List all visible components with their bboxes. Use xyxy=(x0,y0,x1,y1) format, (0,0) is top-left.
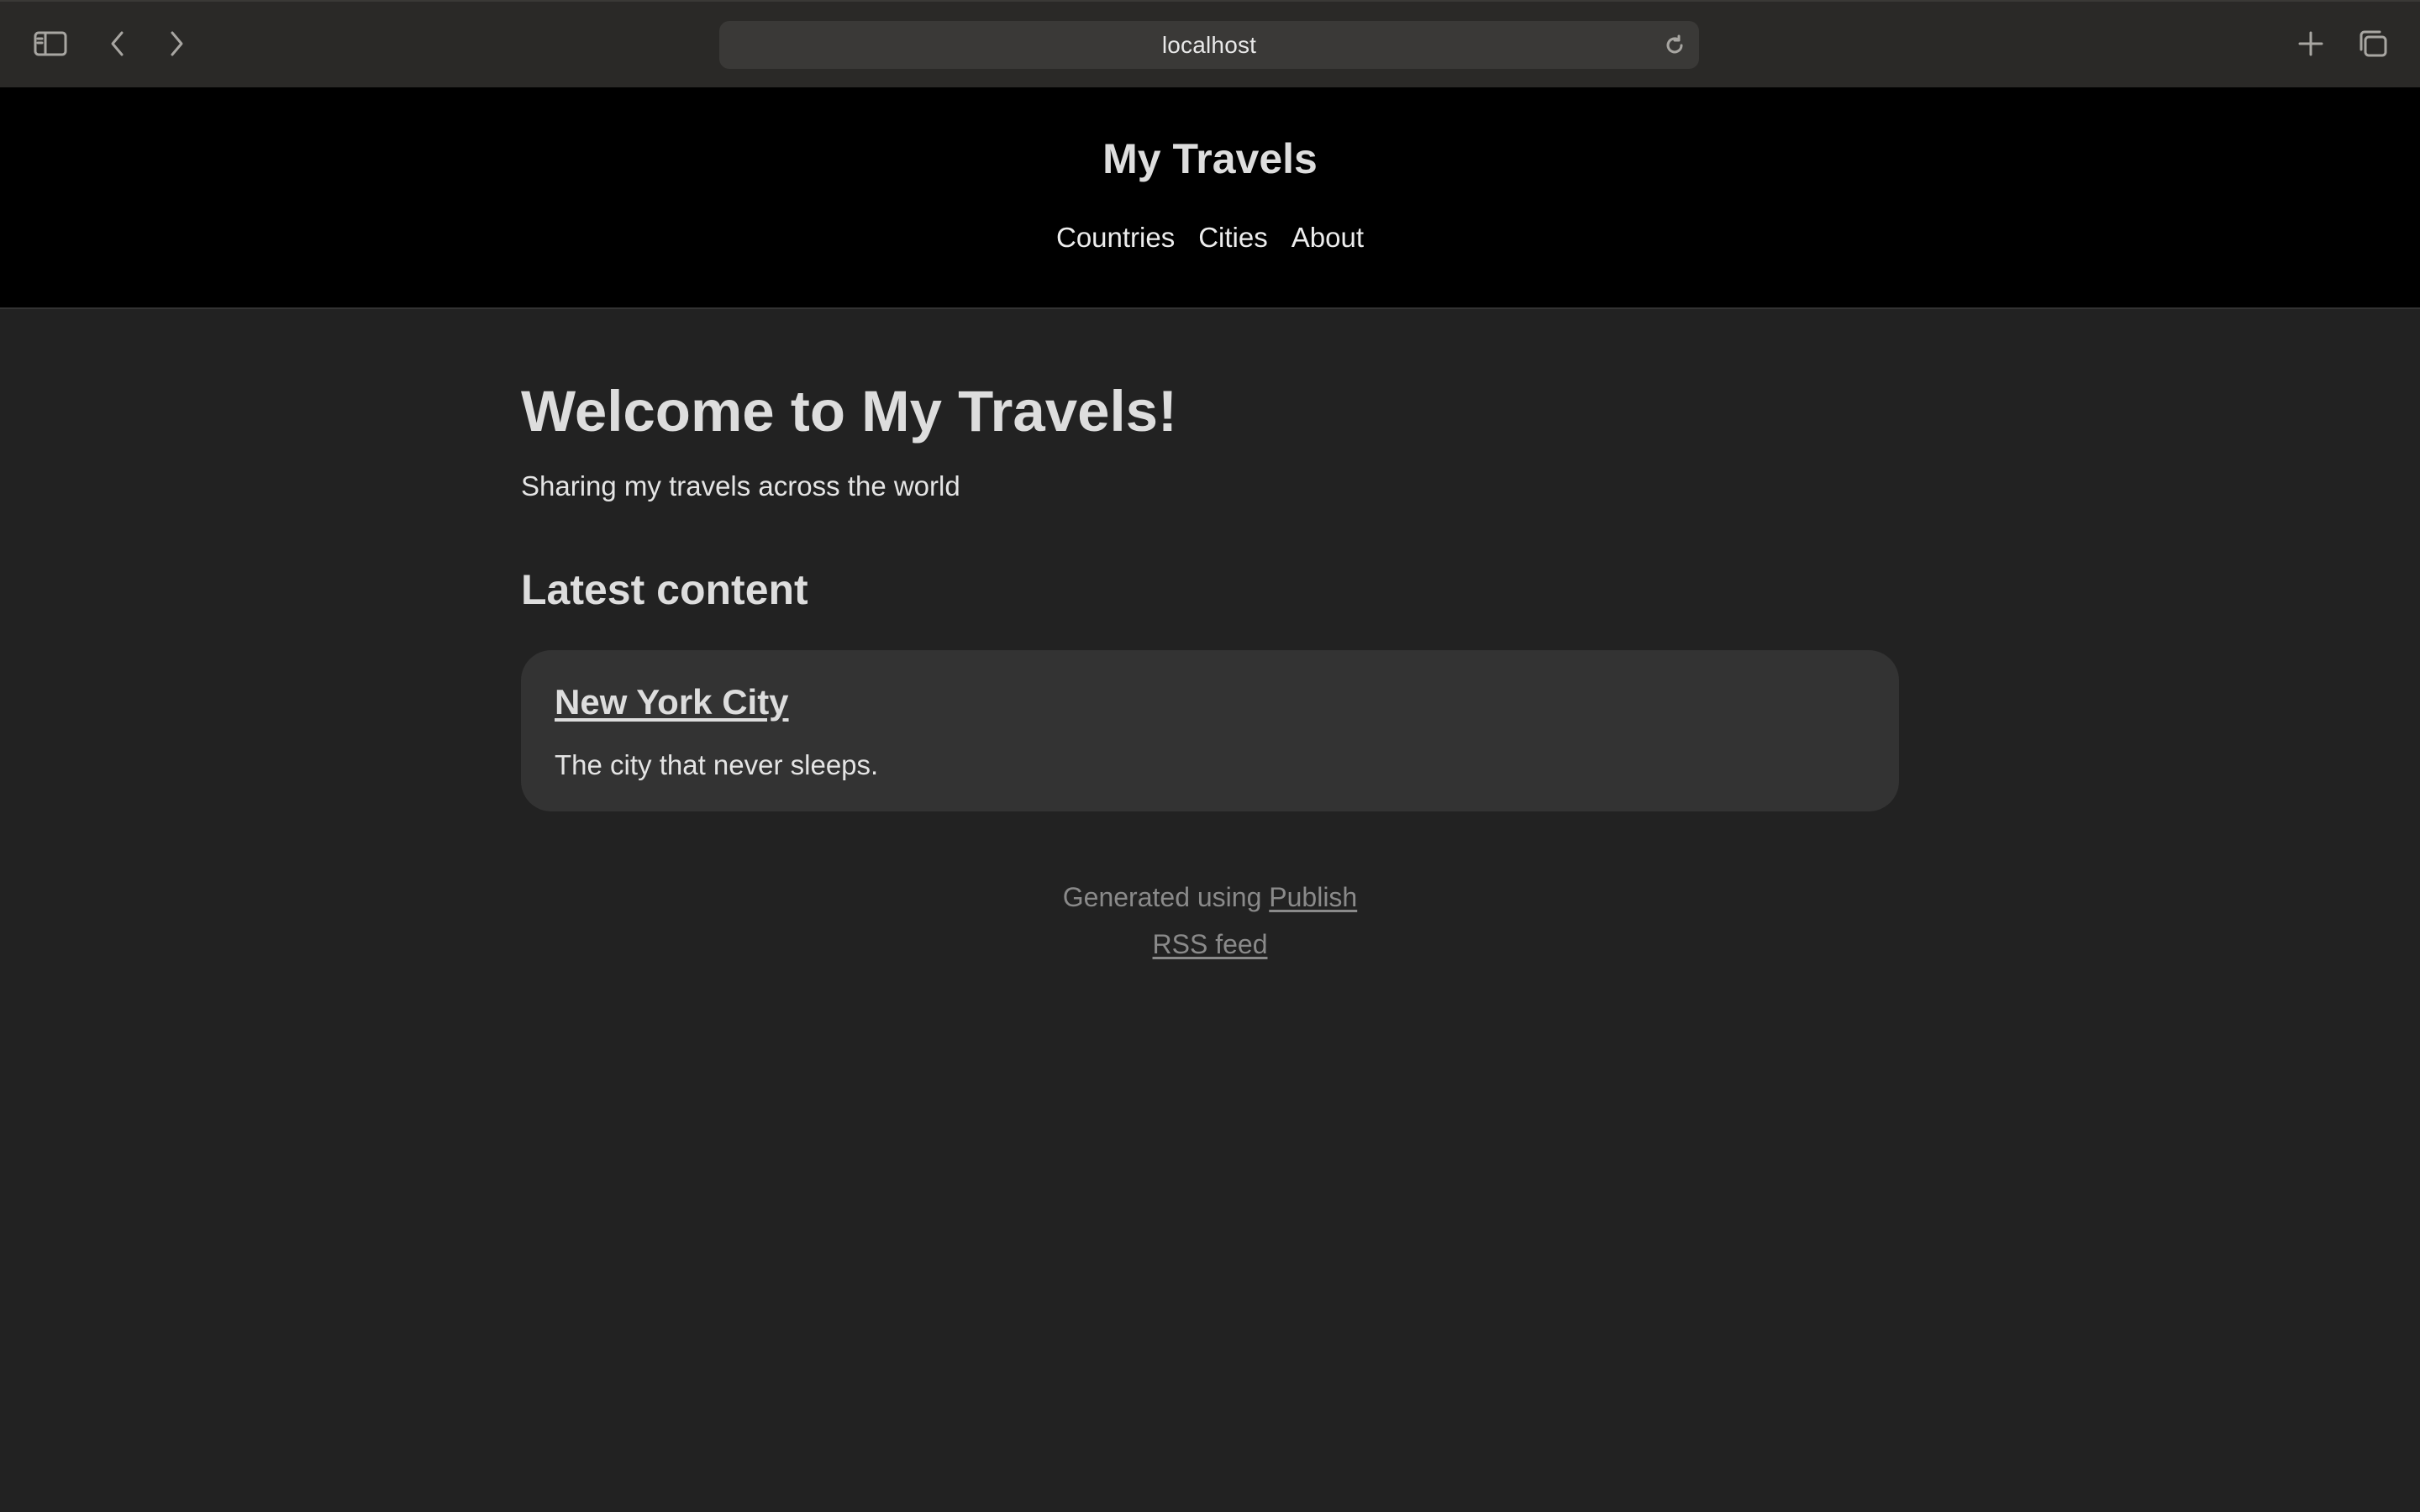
site-title[interactable]: My Travels xyxy=(0,134,2420,183)
site-footer: Generated using Publish RSS feed xyxy=(0,874,2420,968)
footer-generated-text: Generated using xyxy=(1062,882,1270,912)
reload-icon[interactable] xyxy=(1662,33,1687,58)
chevron-left-icon[interactable] xyxy=(97,24,138,64)
sidebar-icon[interactable] xyxy=(30,24,71,64)
content-card-title-link[interactable]: New York City xyxy=(555,682,789,722)
content-card: New York City The city that never sleeps… xyxy=(521,650,1899,811)
url-text: localhost xyxy=(1161,31,1257,58)
page-heading: Welcome to My Travels! xyxy=(521,379,1178,444)
browser-toolbar: localhost xyxy=(0,0,2420,87)
tab-overview-icon[interactable] xyxy=(2353,24,2393,64)
latest-content-heading: Latest content xyxy=(521,566,808,613)
content-card-description: The city that never sleeps. xyxy=(555,749,879,780)
plus-icon[interactable] xyxy=(2291,24,2331,64)
nav-link-cities[interactable]: Cities xyxy=(1198,222,1268,254)
footer-generated-line: Generated using Publish xyxy=(0,874,2420,921)
chevron-right-icon[interactable] xyxy=(156,24,197,64)
rss-feed-link[interactable]: RSS feed xyxy=(1153,929,1268,959)
site-header: My Travels Countries Cities About xyxy=(0,87,2420,309)
page-tagline: Sharing my travels across the world xyxy=(521,470,960,501)
site-nav: Countries Cities About xyxy=(0,222,2420,254)
address-bar[interactable]: localhost xyxy=(719,21,1699,69)
publish-link[interactable]: Publish xyxy=(1269,882,1357,912)
nav-link-countries[interactable]: Countries xyxy=(1056,222,1175,254)
nav-link-about[interactable]: About xyxy=(1292,222,1364,254)
footer-rss-line: RSS feed xyxy=(0,921,2420,968)
